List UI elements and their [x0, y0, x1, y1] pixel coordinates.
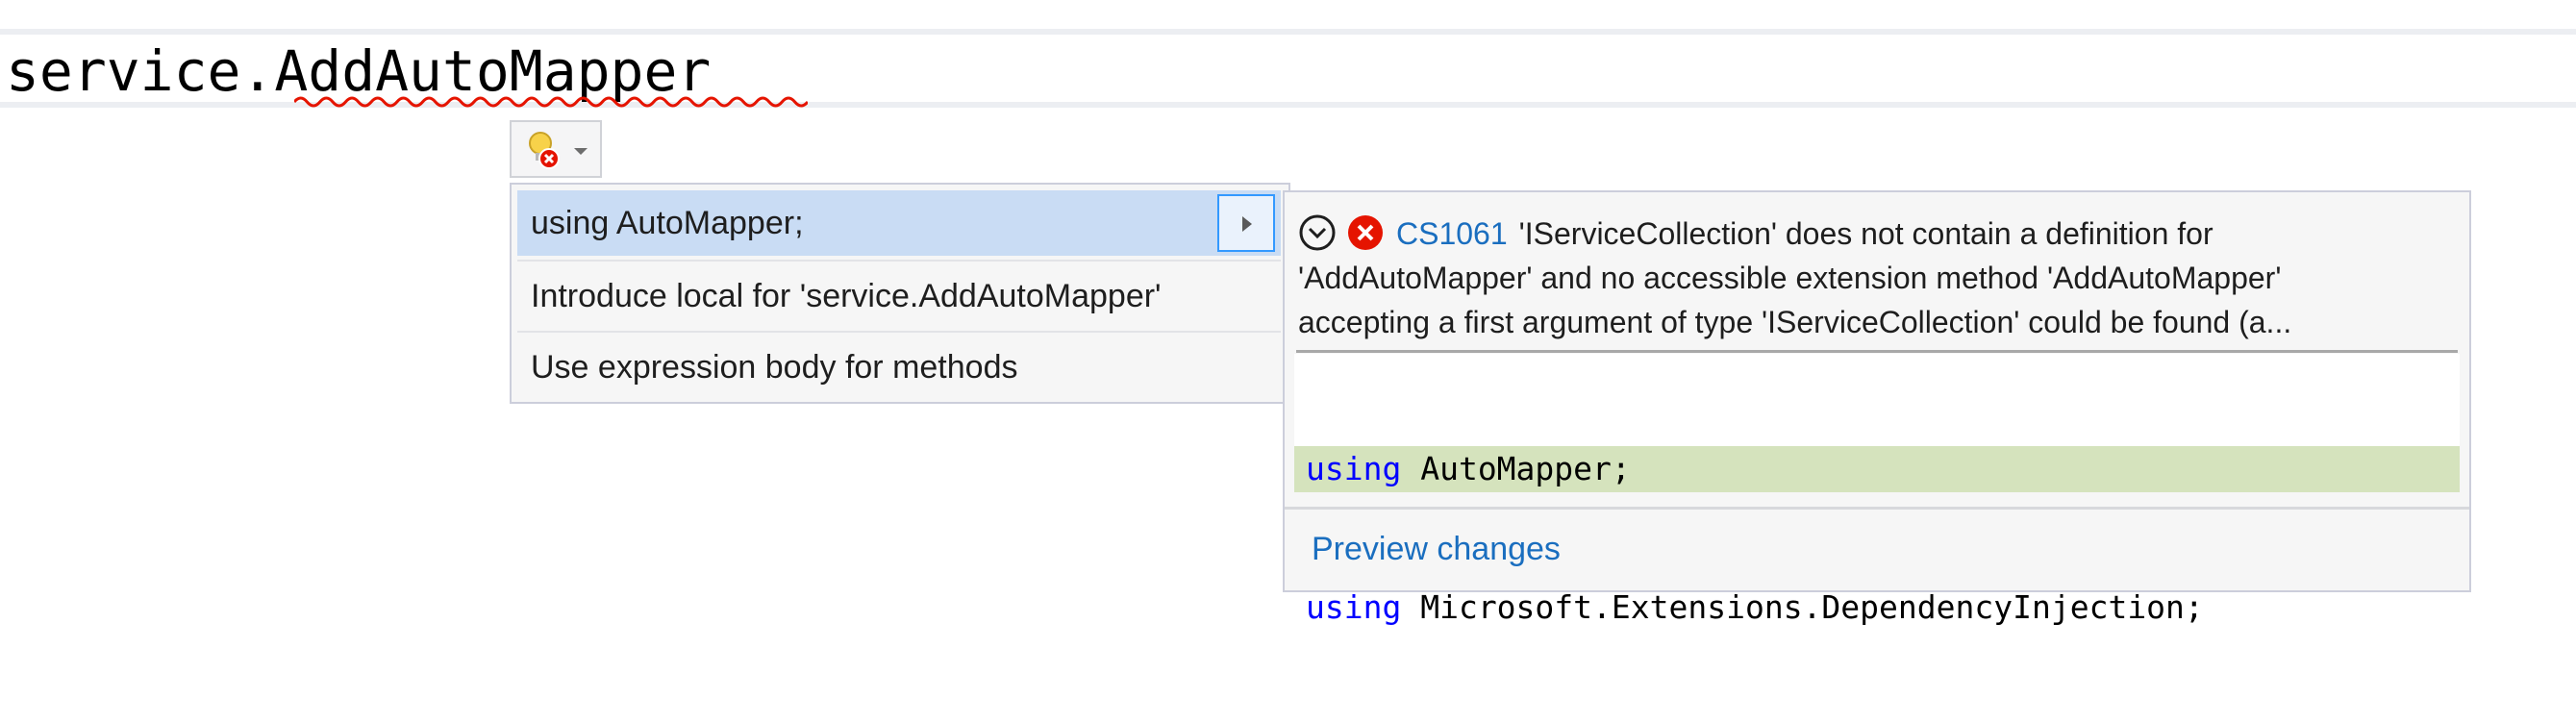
menu-item-expression-body[interactable]: Use expression body for methods: [517, 335, 1281, 400]
menu-separator: [517, 331, 1281, 333]
quick-actions-menu: using AutoMapper; Introduce local for 's…: [510, 183, 1290, 404]
code-text: Microsoft.Extensions.DependencyInjection…: [1401, 588, 2204, 626]
menu-item-label: Use expression body for methods: [531, 349, 1018, 386]
diagnostic-text-line: accepting a first argument of type 'ISer…: [1298, 305, 2292, 339]
code-keyword: using: [1306, 588, 1402, 626]
diagnostic-code-link[interactable]: CS1061: [1396, 216, 1508, 251]
preview-pane: CS1061 'IServiceCollection' does not cont…: [1283, 190, 2471, 626]
submenu-arrow-icon[interactable]: [1217, 194, 1275, 252]
error-icon: [1348, 215, 1383, 250]
menu-item-introduce-local[interactable]: Introduce local for 'service.AddAutoMapp…: [517, 263, 1281, 329]
code-text: AutoMapper;: [1401, 450, 1631, 487]
diagnostic-text-line: 'IServiceCollection' does not contain a …: [1518, 216, 2213, 251]
preview-divider: [1296, 350, 2458, 353]
preview-footer: Preview changes: [1285, 507, 2469, 590]
chevron-down-icon: [574, 148, 588, 155]
code-line-added: using AutoMapper;: [1294, 446, 2460, 492]
menu-item-using-automapper[interactable]: using AutoMapper;: [517, 190, 1281, 256]
lightbulb-error-icon: [529, 132, 560, 169]
error-squiggle: [294, 96, 808, 108]
code-line: using Microsoft.Extensions.DependencyInj…: [1294, 585, 2460, 631]
preview-changes-link[interactable]: Preview changes: [1312, 525, 1561, 573]
diagnostic-text-line: 'AddAutoMapper' and no accessible extens…: [1298, 261, 2282, 295]
code-diff-preview: using AutoMapper; using Microsoft.Extens…: [1294, 354, 2460, 626]
code-keyword: using: [1306, 450, 1402, 487]
menu-item-label: Introduce local for 'service.AddAutoMapp…: [531, 278, 1162, 314]
menu-item-label: using AutoMapper;: [531, 205, 804, 241]
menu-separator: [517, 260, 1281, 262]
diagnostic-message: CS1061 'IServiceCollection' does not cont…: [1298, 212, 2452, 344]
lightbulb-button[interactable]: [510, 120, 602, 178]
expand-chevron-icon[interactable]: [1298, 213, 1337, 252]
editor-code-text[interactable]: service.AddAutoMapper: [6, 40, 711, 102]
